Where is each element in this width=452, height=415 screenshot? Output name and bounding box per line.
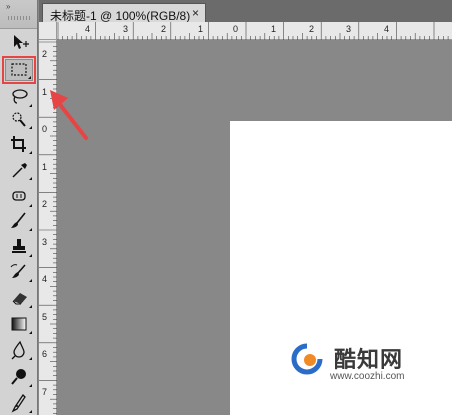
ruler-tick-label: 0 (233, 24, 238, 34)
ruler-tick-label: 2 (42, 199, 47, 209)
submenu-indicator-icon (29, 204, 32, 207)
submenu-indicator-icon (29, 151, 32, 154)
pen-tool-button[interactable] (5, 392, 33, 414)
toolbox-header: » (0, 0, 37, 29)
watermark-url: www.coozhi.com (330, 371, 405, 382)
spot-healing-tool-button[interactable] (5, 186, 33, 208)
coozhi-logo-icon (291, 343, 323, 375)
ruler-tick-label: 2 (42, 49, 47, 59)
document-tab-bar: 未标题-1 @ 100%(RGB/8) × (39, 0, 452, 23)
panel-grip-icon[interactable] (8, 16, 30, 20)
ruler-tick-label: 7 (42, 387, 47, 397)
ruler-tick-label: 4 (42, 274, 47, 284)
watermark-name: 酷知网 (334, 347, 404, 372)
submenu-indicator-icon (29, 384, 32, 387)
eyedropper-tool-button[interactable] (5, 159, 33, 181)
move-icon (14, 35, 29, 49)
submenu-indicator-icon (29, 104, 32, 107)
submenu-indicator-icon (29, 357, 32, 360)
ruler-tick-label: 3 (346, 24, 351, 34)
history-brush-tool-button[interactable] (5, 261, 33, 283)
crop-tool-button[interactable] (5, 133, 33, 155)
watermark: 酷知网 www.coozhi.com (290, 340, 440, 390)
submenu-indicator-icon (29, 279, 32, 282)
ruler-tick-label: 1 (271, 24, 276, 34)
ruler-tick-label: 5 (42, 312, 47, 322)
submenu-indicator-icon (29, 305, 32, 308)
ruler-tick-label: 1 (42, 162, 47, 172)
horizontal-ruler[interactable]: 4 3 2 1 0 1 2 3 4 (57, 22, 452, 40)
ruler-origin-corner[interactable] (39, 22, 57, 40)
submenu-indicator-icon (29, 228, 32, 231)
submenu-indicator-icon (29, 410, 32, 413)
close-tab-icon[interactable]: × (192, 6, 199, 20)
toolbox-panel: » (0, 0, 38, 415)
blur-tool-button[interactable] (5, 339, 33, 361)
quick-selection-tool-button[interactable] (5, 108, 33, 130)
gradient-tool-button[interactable] (5, 313, 33, 335)
brush-tool-button[interactable] (5, 210, 33, 232)
lasso-tool-button[interactable] (5, 86, 33, 108)
annotation-arrow-icon (50, 90, 88, 140)
submenu-indicator-icon (29, 126, 32, 129)
submenu-indicator-icon (29, 254, 32, 257)
ruler-tick-label: 2 (309, 24, 314, 34)
move-tool-button[interactable] (5, 31, 33, 53)
submenu-indicator-icon (29, 331, 32, 334)
ruler-tick-label: 2 (161, 24, 166, 34)
ruler-tick-label: 1 (198, 24, 203, 34)
collapse-panel-icon[interactable]: » (6, 2, 32, 12)
clone-stamp-tool-button[interactable] (5, 236, 33, 258)
document-tab[interactable]: 未标题-1 @ 100%(RGB/8) × (42, 3, 206, 23)
submenu-indicator-icon (29, 177, 32, 180)
ruler-tick-label: 4 (384, 24, 389, 34)
marquee-tool-highlight-box (2, 56, 36, 84)
ruler-tick-label: 3 (123, 24, 128, 34)
dodge-tool-button[interactable] (5, 366, 33, 388)
ruler-tick-label: 4 (85, 24, 90, 34)
eraser-tool-button[interactable] (5, 287, 33, 309)
ruler-tick-label: 6 (42, 349, 47, 359)
horizontal-ruler-scale: 4 3 2 1 0 1 2 3 4 (57, 22, 449, 40)
ruler-tick-label: 3 (42, 237, 47, 247)
